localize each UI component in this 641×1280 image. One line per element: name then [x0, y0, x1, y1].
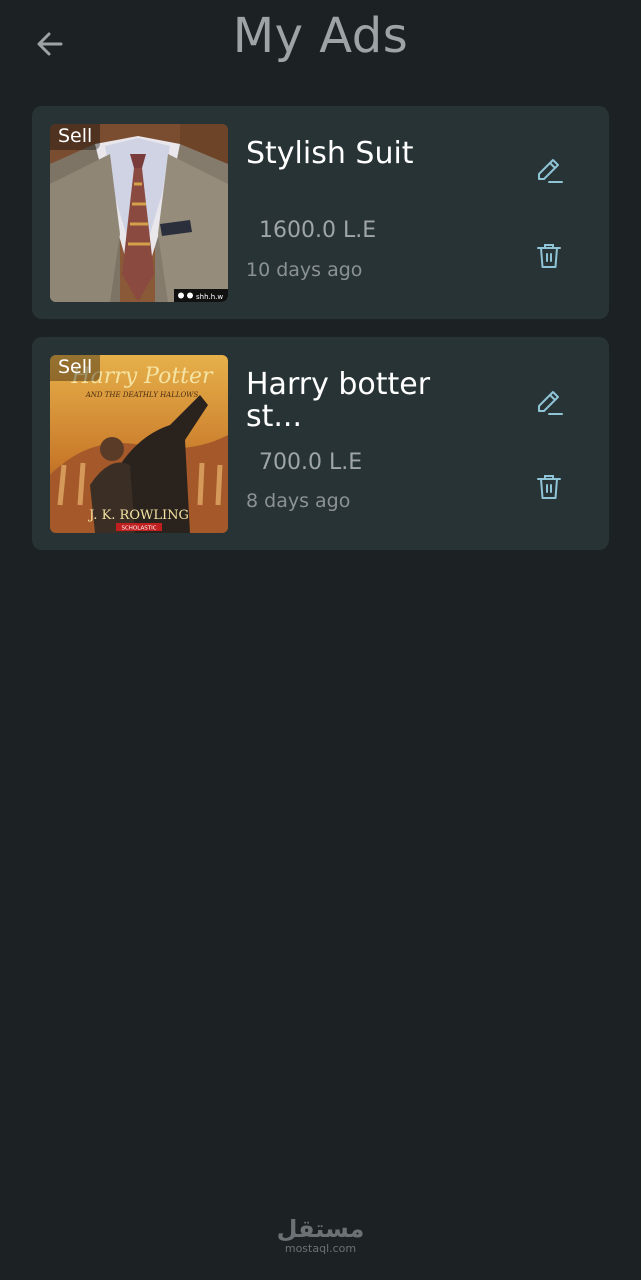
book-author: J. K. ROWLING — [87, 508, 189, 523]
suit-photo: shh.h.w — [50, 124, 228, 302]
trash-icon — [537, 244, 561, 268]
ad-posted-time: 10 days ago — [246, 259, 363, 281]
book-cover-photo: Harry Potter AND THE DEATHLY HALLOWS J. … — [50, 355, 228, 533]
ad-title: Harry botter st... — [246, 367, 431, 434]
ad-card-harry-potter[interactable]: Harry Potter AND THE DEATHLY HALLOWS J. … — [32, 337, 609, 550]
book-subtitle: AND THE DEATHLY HALLOWS — [85, 391, 199, 399]
ad-price: 700.0 L.E — [259, 450, 363, 475]
listing-type-badge: Sell — [50, 355, 101, 381]
edit-ad-button[interactable] — [529, 382, 569, 422]
ad-title: Stylish Suit — [246, 136, 414, 171]
listing-type-badge: Sell — [50, 124, 101, 150]
pencil-icon — [538, 159, 563, 183]
pencil-icon — [538, 391, 563, 415]
ad-image: shh.h.w Sell — [50, 124, 228, 302]
trash-icon — [537, 475, 561, 499]
ad-card-stylish-suit[interactable]: shh.h.w Sell Stylish Suit 1600.0 L.E 10 … — [32, 106, 609, 319]
header: My Ads — [0, 0, 641, 90]
watermark: مستقل mostaql.com — [0, 1216, 641, 1255]
edit-ad-button[interactable] — [529, 150, 569, 190]
image-caption: shh.h.w — [196, 293, 223, 301]
page-title: My Ads — [232, 8, 409, 64]
watermark-logo: مستقل — [276, 1215, 365, 1243]
delete-ad-button[interactable] — [529, 467, 569, 507]
watermark-url: mostaql.com — [284, 1242, 357, 1255]
book-publisher: SCHOLASTIC — [121, 526, 156, 532]
ad-posted-time: 8 days ago — [246, 490, 351, 512]
my-ads-screen: My Ads shh.h.w Sell Stylish Suit 1600.0 … — [0, 0, 641, 1280]
delete-ad-button[interactable] — [529, 236, 569, 276]
ad-image: Harry Potter AND THE DEATHLY HALLOWS J. … — [50, 355, 228, 533]
ad-price: 1600.0 L.E — [259, 218, 377, 243]
